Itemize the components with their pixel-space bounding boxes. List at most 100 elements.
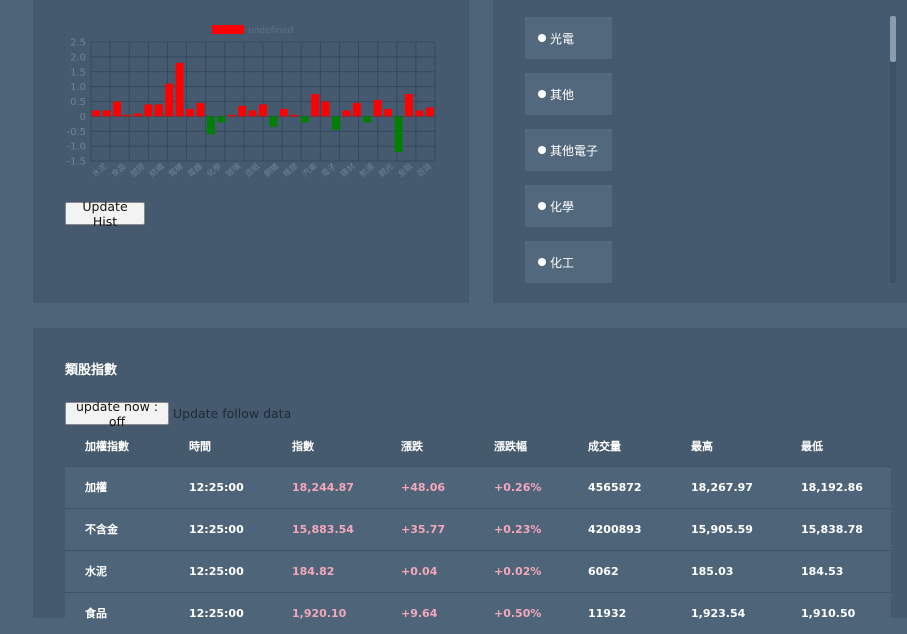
histogram-bar <box>186 108 194 117</box>
radio-item-other-electronics[interactable]: 其他電子 <box>525 129 612 171</box>
update-now-toggle-button[interactable]: update now : off <box>65 399 169 429</box>
y-tick-label: -0.5 <box>66 127 86 138</box>
histogram-bar <box>342 110 351 117</box>
radio-item-label: 其他 <box>550 87 575 102</box>
x-tick-label: 紡織 <box>147 161 166 179</box>
cell-time: 12:25:00 <box>169 507 272 550</box>
x-tick-label: 電機 <box>166 161 185 179</box>
column-header: 漲跌幅 <box>474 426 568 466</box>
cell-index: 184.82 <box>272 549 381 592</box>
histogram-bar <box>248 110 257 117</box>
histogram-bar <box>384 108 392 117</box>
update-hist-button[interactable]: Update Hist <box>65 199 145 229</box>
scrollbar-thumb[interactable] <box>890 16 896 62</box>
x-tick-label: 鋼鐵 <box>262 161 281 179</box>
column-header: 成交量 <box>568 426 671 466</box>
cell-low: 18,192.86 <box>781 465 891 508</box>
histogram-bar <box>134 113 142 117</box>
histogram-bar <box>279 108 288 117</box>
y-tick-label: 1.5 <box>70 67 86 78</box>
cell-change: +9.64 <box>381 591 474 634</box>
histogram-bar <box>425 107 434 117</box>
radio-icon[interactable] <box>538 34 546 42</box>
histogram-chart: undefined 2.5 2.0 1.5 1.0 0.5 0 -0.5 -1.0 -1.5 水泥食… <box>66 25 436 179</box>
cell-index: 18,244.87 <box>272 465 381 508</box>
table-row: 水泥 12:25:00 184.82 +0.04 +0.02% 6062 185… <box>65 549 891 592</box>
cell-high: 18,267.97 <box>671 465 781 508</box>
cell-time: 12:25:00 <box>169 549 272 592</box>
cell-change-percent: +0.02% <box>474 549 568 592</box>
radio-item-label: 光電 <box>550 31 575 46</box>
x-tick-label: 金融 <box>396 161 415 179</box>
y-tick-label: 2.0 <box>70 52 86 63</box>
cell-high: 15,905.59 <box>671 507 781 550</box>
column-header: 加權指數 <box>65 426 169 466</box>
cell-volume: 4565872 <box>568 465 671 508</box>
histogram-bar <box>259 104 267 117</box>
cell-sector: 食品 <box>65 591 169 634</box>
histogram-bar <box>363 116 372 123</box>
radio-item-other[interactable]: 其他 <box>525 73 612 115</box>
histogram-bar <box>415 110 424 117</box>
sector-index-table: 加權指數 時間 指數 漲跌 漲跌幅 成交量 最高 最低 加權 12:25:00 … <box>65 426 891 634</box>
y-tick-label: 2.5 <box>70 38 86 49</box>
histogram-bar <box>352 102 361 117</box>
histogram-bar <box>144 104 153 117</box>
cell-high: 1,923.54 <box>671 591 781 634</box>
histogram-bar <box>196 102 205 117</box>
cell-change-percent: +0.26% <box>474 465 568 508</box>
histogram-bar <box>405 94 413 117</box>
legend-swatch <box>212 25 244 34</box>
x-tick-label: 化學 <box>205 161 224 179</box>
histogram-bar <box>227 114 236 117</box>
radio-item-chemical[interactable]: 化學 <box>525 185 612 227</box>
section-title: 類股指數 <box>65 363 118 378</box>
y-tick-label: -1.5 <box>66 157 86 168</box>
cell-change: +0.04 <box>381 549 474 592</box>
histogram-bar <box>206 116 215 135</box>
radio-item-label: 化工 <box>550 255 575 270</box>
x-tick-label: 塑膠 <box>129 162 147 179</box>
histogram-bar <box>290 114 299 117</box>
histogram-bar <box>165 83 174 117</box>
histogram-bar <box>300 116 309 123</box>
radio-item-optoelectronics[interactable]: 光電 <box>525 17 612 59</box>
x-tick-label: 玻璃 <box>224 161 243 179</box>
y-tick-label: -1.0 <box>66 142 86 153</box>
y-tick-label: 0 <box>80 112 86 123</box>
x-tick-label: 百貨 <box>415 161 434 179</box>
x-tick-label: 橡膠 <box>281 161 300 179</box>
cell-low: 15,838.78 <box>781 507 891 550</box>
cell-volume: 4200893 <box>568 507 671 550</box>
histogram-bar <box>373 100 382 117</box>
cell-high: 185.03 <box>671 549 781 592</box>
cell-change-percent: +0.23% <box>474 507 568 550</box>
radio-item-label: 其他電子 <box>550 143 599 158</box>
x-tick-label: 造紙 <box>243 161 262 179</box>
histogram-bar <box>269 116 278 127</box>
radio-icon[interactable] <box>538 258 546 266</box>
histogram-bar <box>394 116 403 153</box>
radio-icon[interactable] <box>538 202 546 210</box>
x-tick-label: 汽車 <box>300 161 319 179</box>
histogram-bar <box>154 104 163 117</box>
histogram-bar <box>113 101 121 117</box>
cell-low: 184.53 <box>781 549 891 592</box>
histogram-bar <box>92 110 101 117</box>
radio-item-chemical-industry[interactable]: 化工 <box>525 241 612 283</box>
column-header: 時間 <box>169 426 272 466</box>
cell-change: +48.06 <box>381 465 474 508</box>
column-header: 最低 <box>781 426 891 466</box>
sector-index-panel: 類股指數 update now : off Update follow data… <box>33 328 907 634</box>
cell-index: 15,883.54 <box>272 507 381 550</box>
cell-change: +35.77 <box>381 507 474 550</box>
chart-panel: undefined 2.5 2.0 1.5 1.0 0.5 0 -0.5 -1.0 -1.5 水泥食… <box>33 0 469 303</box>
x-tick-label: 建材 <box>338 161 357 179</box>
radio-icon[interactable] <box>538 146 546 154</box>
update-follow-label: Update follow data <box>173 406 292 421</box>
cell-time: 12:25:00 <box>169 591 272 634</box>
histogram-bar <box>217 116 226 123</box>
histogram-bar <box>332 116 340 130</box>
radio-icon[interactable] <box>538 90 546 98</box>
category-radio-panel: 光電 其他 其他電子 化學 化工 <box>493 0 907 303</box>
